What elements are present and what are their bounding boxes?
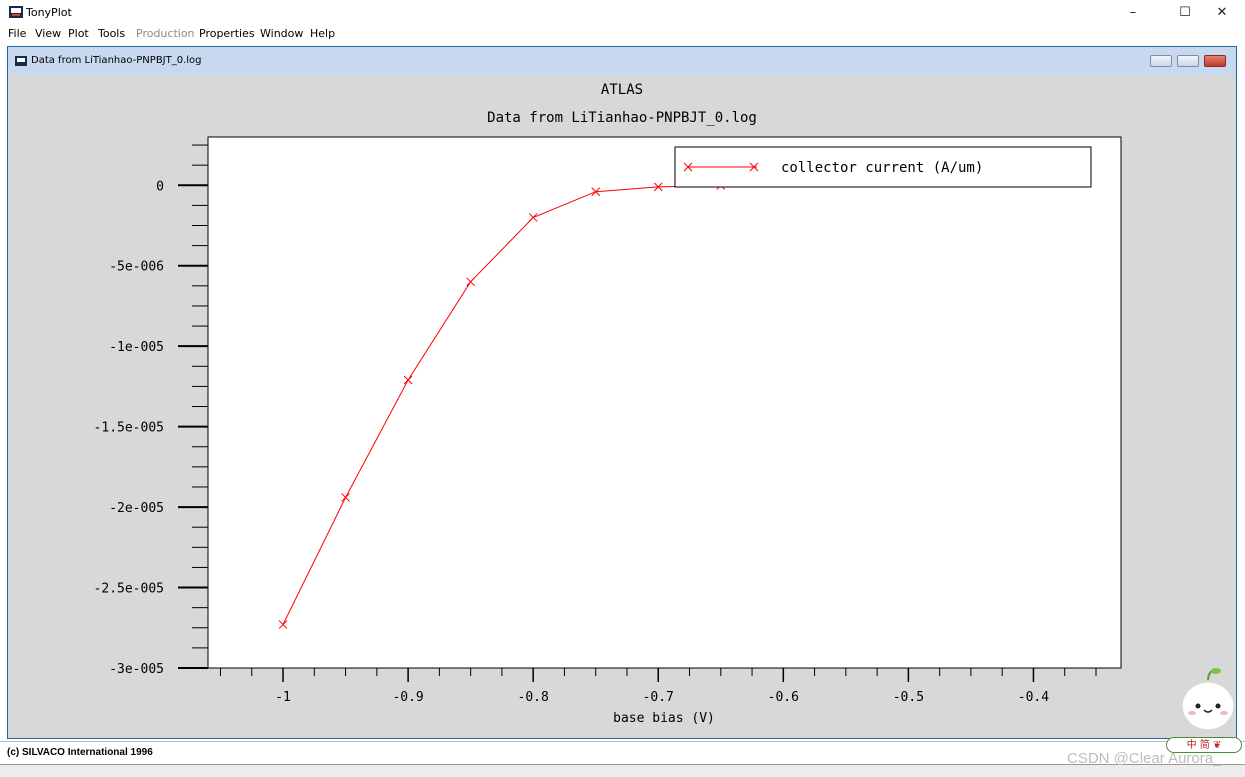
plot-area: ATLAS Data from LiTianhao-PNPBJT_0.log 0… <box>16 75 1226 729</box>
legend: collector current (A/um) <box>674 146 1092 188</box>
child-window-title: Data from LiTianhao-PNPBJT_0.log <box>31 55 202 66</box>
taskbar-strip <box>0 764 1245 777</box>
x-tick-label: -0.4 <box>1018 690 1049 705</box>
x-tick-label: -0.7 <box>643 690 674 705</box>
mascot-icon <box>1181 668 1235 731</box>
y-tick-label: -2e-005 <box>109 501 164 516</box>
status-bar <box>0 741 1245 764</box>
x-axis-label: base bias (V) <box>613 711 715 726</box>
menu-file[interactable]: File <box>8 27 26 40</box>
y-tick-label: -1e-005 <box>109 340 164 355</box>
watermark-text: CSDN @Clear Aurora_ <box>1067 750 1222 767</box>
child-close-button[interactable] <box>1204 55 1226 67</box>
y-axis: 0 -5e-006 -1e-005 -1.5e-005 -2e-005 -2.5e-005… <box>94 144 208 677</box>
menu-plot[interactable]: Plot <box>68 27 89 40</box>
status-text: (c) SILVACO International 1996 <box>7 747 153 758</box>
menubar: File View Plot Tools Production Properti… <box>0 25 1245 43</box>
menu-window[interactable]: Window <box>260 27 303 40</box>
chart-subtitle: Data from LiTianhao-PNPBJT_0.log <box>487 110 757 126</box>
tonyplot-app-icon[interactable] <box>9 6 23 18</box>
minimize-button[interactable]: – <box>1110 0 1156 25</box>
y-tick-label: -3e-005 <box>109 662 164 677</box>
child-window-icon[interactable] <box>15 56 27 66</box>
legend-label: collector current (A/um) <box>781 160 983 176</box>
menu-production[interactable]: Production <box>136 27 195 40</box>
x-tick-label: -1 <box>275 690 291 705</box>
line-chart[interactable]: ATLAS Data from LiTianhao-PNPBJT_0.log 0… <box>16 75 1226 729</box>
app-titlebar <box>0 0 1245 25</box>
menu-help[interactable]: Help <box>310 27 335 40</box>
menu-tools[interactable]: Tools <box>98 27 125 40</box>
x-tick-label: -0.5 <box>893 690 924 705</box>
x-tick-label: -0.6 <box>768 690 799 705</box>
y-tick-label: 0 <box>156 179 164 194</box>
x-tick-label: -0.8 <box>518 690 549 705</box>
y-tick-label: -5e-006 <box>109 260 164 275</box>
x-tick-label: -0.9 <box>392 690 423 705</box>
child-restore-button[interactable] <box>1177 55 1199 67</box>
x-axis: -1 -0.9 -0.8 -0.7 -0.6 -0.5 -0.4 <box>220 668 1097 705</box>
y-tick-label: -2.5e-005 <box>94 582 164 597</box>
chart-title: ATLAS <box>601 82 643 98</box>
child-minimize-button[interactable] <box>1150 55 1172 67</box>
y-tick-label: -1.5e-005 <box>94 421 164 436</box>
close-button[interactable]: ✕ <box>1199 0 1245 25</box>
plot-frame <box>207 136 1122 669</box>
menu-view[interactable]: View <box>35 27 61 40</box>
app-title: TonyPlot <box>26 6 72 19</box>
menu-properties[interactable]: Properties <box>199 27 255 40</box>
